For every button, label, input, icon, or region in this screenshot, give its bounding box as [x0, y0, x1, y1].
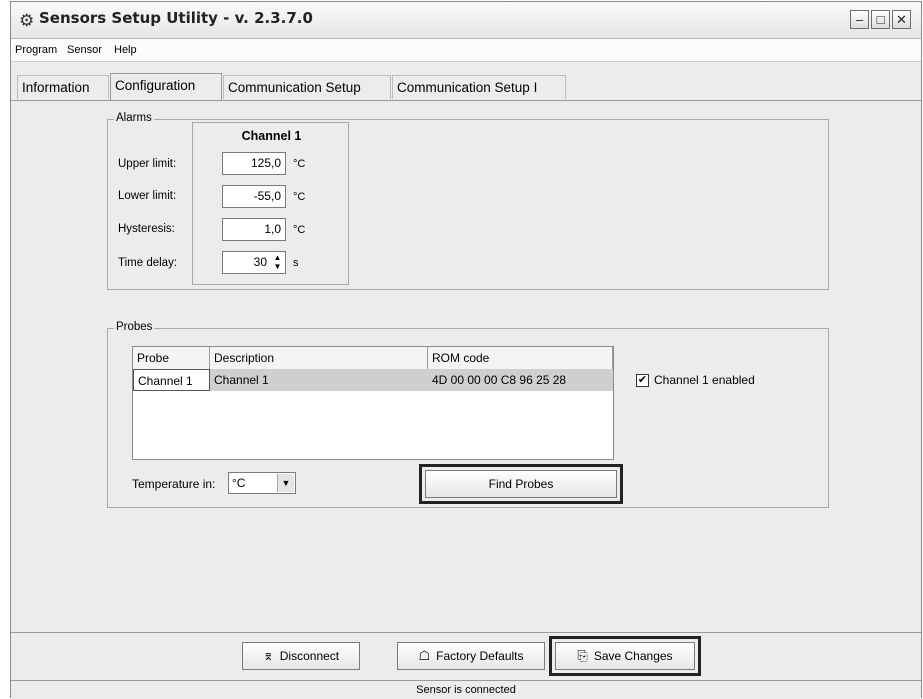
column-probe[interactable]: Probe	[133, 347, 210, 369]
tab-label: Configuration	[115, 78, 196, 93]
lower-limit-label: Lower limit:	[118, 190, 177, 202]
maximize-icon[interactable]: □	[871, 10, 890, 29]
tab-label: Communication Setup I	[397, 80, 538, 95]
tab-strip: Information Configuration Communication …	[11, 73, 921, 101]
tab-information[interactable]: Information	[17, 75, 109, 99]
cell-probe: Channel 1	[133, 369, 210, 391]
alarms-group: Alarms Upper limit: Lower limit: Hystere…	[107, 112, 829, 290]
probes-list[interactable]: Probe Description ROM code Channel 1 Cha…	[132, 346, 614, 460]
configuration-panel: Alarms Upper limit: Lower limit: Hystere…	[11, 100, 921, 633]
channel-1-enabled-checkbox[interactable]: ✔	[636, 374, 649, 387]
action-bar: ⌆ Disconnect ☖ Factory Defaults ⎘ Save Chan…	[11, 632, 921, 681]
column-rom-code[interactable]: ROM code	[428, 347, 613, 369]
hysteresis-label: Hysteresis:	[118, 223, 175, 235]
tab-label: Information	[22, 80, 90, 95]
menu-program[interactable]: Program	[15, 44, 57, 56]
alarms-group-title: Alarms	[114, 112, 154, 124]
tab-communication-setup[interactable]: Communication Setup	[223, 75, 391, 99]
factory-defaults-button[interactable]: ☖ Factory Defaults	[397, 642, 545, 670]
time-delay-spinner[interactable]: ▲ ▼	[272, 253, 283, 272]
disconnect-button[interactable]: ⌆ Disconnect	[242, 642, 360, 670]
temperature-unit-select[interactable]: °C ▼	[228, 472, 296, 494]
menu-sensor[interactable]: Sensor	[67, 44, 102, 56]
disconnect-label: Disconnect	[279, 649, 340, 663]
sensor-app-icon: ⚙	[19, 11, 35, 30]
channel-1-enabled-label: Channel 1 enabled	[654, 373, 755, 387]
channel-title: Channel 1	[241, 129, 302, 143]
tab-communication-setup-i[interactable]: Communication Setup I	[392, 75, 566, 99]
hysteresis-unit: °C	[293, 224, 306, 236]
probes-group-title: Probes	[114, 321, 155, 333]
disconnect-icon: ⌆	[262, 648, 274, 663]
save-changes-highlight	[549, 636, 701, 676]
cell-rom-code: 4D 00 00 00 C8 96 25 28	[432, 373, 567, 387]
lower-limit-input[interactable]: -55,0	[222, 185, 286, 208]
column-description[interactable]: Description	[210, 347, 428, 369]
upper-limit-label: Upper limit:	[118, 158, 177, 170]
list-header: Probe Description ROM code	[133, 347, 613, 370]
chevron-down-icon[interactable]: ▼	[277, 474, 294, 492]
menu-bar: Program Sensor Help	[11, 39, 921, 62]
title-bar[interactable]: ⚙ Sensors Setup Utility - v. 2.3.7.0 ‒ □…	[11, 2, 921, 39]
minimize-icon[interactable]: ‒	[850, 10, 869, 29]
temperature-unit-value: °C	[232, 476, 246, 490]
factory-defaults-label: Factory Defaults	[436, 649, 524, 663]
tab-label: Communication Setup	[228, 80, 361, 95]
time-delay-label: Time delay:	[118, 257, 178, 269]
tab-configuration[interactable]: Configuration	[110, 73, 222, 101]
channel-1-box: Channel 1 125,0 °C -55,0 °C 1,0 °C 30 ▲ ▼…	[192, 122, 349, 285]
window-title: Sensors Setup Utility - v. 2.3.7.0	[39, 9, 313, 27]
close-icon[interactable]: ✕	[892, 10, 911, 29]
upper-limit-unit: °C	[293, 158, 306, 170]
find-probes-highlight	[419, 464, 623, 504]
app-window: ⚙ Sensors Setup Utility - v. 2.3.7.0 ‒ □…	[10, 1, 922, 699]
factory-icon: ☖	[418, 648, 431, 663]
status-bar: Sensor is connected	[11, 680, 921, 699]
time-delay-unit: s	[293, 257, 299, 269]
cell-description: Channel 1	[214, 373, 269, 387]
table-row[interactable]: Channel 1 Channel 1 4D 00 00 00 C8 96 25…	[133, 369, 613, 391]
hysteresis-input[interactable]: 1,0	[222, 218, 286, 241]
temperature-label: Temperature in:	[132, 477, 216, 491]
lower-limit-unit: °C	[293, 191, 306, 203]
check-mark-icon: ✔	[637, 374, 648, 386]
menu-help[interactable]: Help	[114, 44, 137, 56]
probes-group: Probes Probe Description ROM code Channe…	[107, 321, 829, 508]
upper-limit-input[interactable]: 125,0	[222, 152, 286, 175]
